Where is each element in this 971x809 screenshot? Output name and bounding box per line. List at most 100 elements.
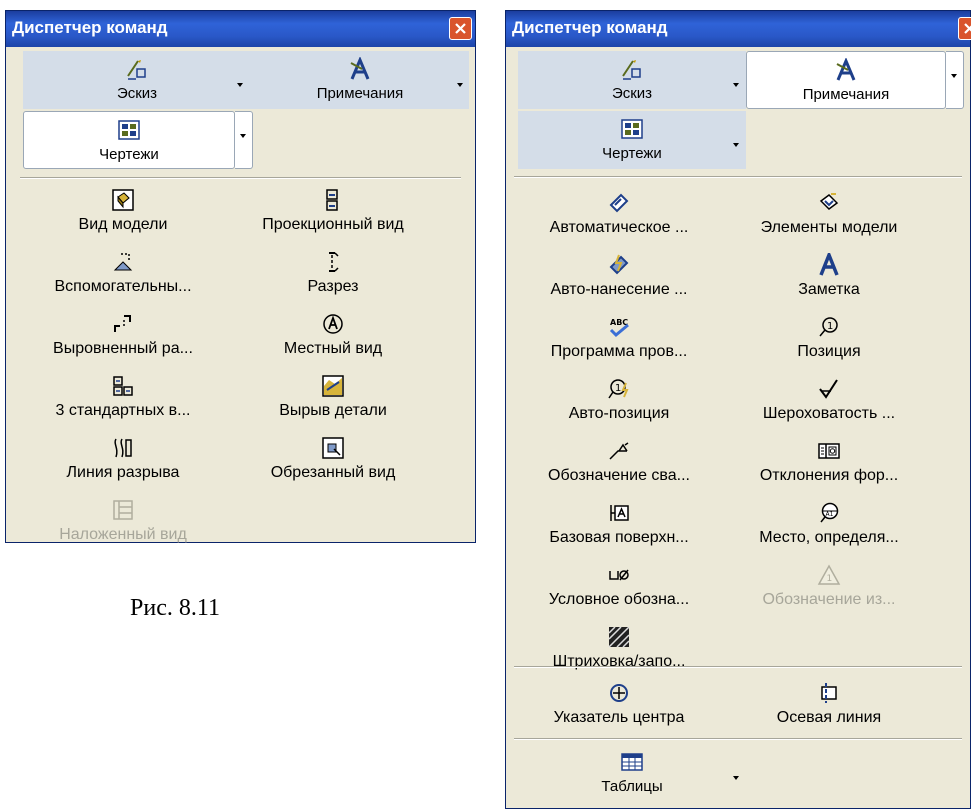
tab-sketch[interactable]: Эскиз bbox=[23, 51, 251, 109]
aligned-section-icon bbox=[114, 315, 131, 332]
command-manager-window-right: Диспетчер команд Эскиз Примечания Чертеж… bbox=[505, 10, 971, 809]
balloon-button[interactable]: 1 Позиция bbox=[724, 313, 934, 375]
datum-feature-button[interactable]: Базовая поверхн... bbox=[514, 499, 724, 561]
auto-balloon-icon: 1 bbox=[608, 379, 629, 399]
projected-view-button[interactable]: Проекционный вид bbox=[228, 186, 438, 248]
section-view-button[interactable]: Разрез bbox=[228, 248, 438, 310]
geometric-tolerance-button[interactable]: Отклонения фор... bbox=[724, 437, 934, 499]
svg-text:A1: A1 bbox=[826, 511, 834, 518]
annotation-icon bbox=[350, 57, 370, 80]
spell-check-icon: ABC bbox=[609, 318, 629, 338]
break-line-icon bbox=[114, 438, 132, 458]
tables-button[interactable]: Таблицы bbox=[518, 744, 746, 802]
command-label: Линия разрыва bbox=[66, 464, 180, 481]
geometric-tolerance-icon bbox=[818, 443, 840, 459]
table-icon bbox=[621, 753, 643, 771]
command-label: Шероховатость ... bbox=[762, 405, 896, 422]
weld-symbol-icon bbox=[609, 442, 629, 460]
tables-dropdown-button[interactable] bbox=[728, 754, 746, 802]
sketch-dropdown-button[interactable] bbox=[232, 61, 250, 109]
tab-label: Примечания bbox=[802, 86, 890, 103]
tab-annotation[interactable]: Примечания bbox=[746, 51, 946, 109]
command-label: Местный вид bbox=[283, 340, 383, 357]
command-label: 3 стандартных в... bbox=[55, 402, 191, 419]
chevron-down-icon bbox=[951, 74, 957, 78]
command-label: Обрезанный вид bbox=[270, 464, 396, 481]
title-bar[interactable]: Диспетчер команд bbox=[6, 11, 475, 47]
command-label: Отклонения фор... bbox=[759, 467, 899, 484]
auto-balloon-button[interactable]: 1 Авто-позиция bbox=[514, 375, 724, 437]
separator bbox=[514, 176, 962, 178]
command-label: Элементы модели bbox=[760, 219, 898, 236]
separator bbox=[514, 666, 962, 668]
hole-callout-button[interactable]: Условное обозна... bbox=[514, 561, 724, 623]
center-mark-button[interactable]: Указатель центра bbox=[514, 679, 724, 741]
close-button[interactable] bbox=[958, 17, 971, 40]
datum-feature-icon bbox=[610, 505, 629, 521]
window-title: Диспетчер команд bbox=[12, 18, 168, 37]
command-label: Условное обозна... bbox=[548, 591, 690, 608]
svg-text:1: 1 bbox=[827, 321, 833, 332]
standard-views-button[interactable]: 3 стандартных в... bbox=[18, 372, 228, 434]
note-button[interactable]: Заметка bbox=[724, 251, 934, 313]
command-label: Вид модели bbox=[78, 216, 168, 233]
revision-symbol-icon: 1 bbox=[817, 564, 841, 585]
broken-out-section-icon bbox=[322, 375, 344, 397]
command-label: Указатель центра bbox=[553, 709, 685, 726]
spell-check-button[interactable]: ABC Программа пров... bbox=[514, 313, 724, 375]
aligned-section-button[interactable]: Выровненный ра... bbox=[18, 310, 228, 372]
auto-dimension-button[interactable]: Авто-нанесение ... bbox=[514, 251, 724, 313]
figure-caption: Рис. 8.11 bbox=[130, 595, 220, 621]
close-icon bbox=[964, 23, 971, 34]
smart-dimension-button[interactable]: Автоматическое ... bbox=[514, 189, 724, 251]
tab-drawings[interactable]: Чертежи bbox=[23, 111, 235, 169]
detail-view-button[interactable]: Местный вид bbox=[228, 310, 438, 372]
center-mark-icon bbox=[610, 684, 628, 702]
tab-drawings[interactable]: Чертежи bbox=[518, 111, 746, 169]
chevron-down-icon bbox=[237, 83, 243, 87]
centerline-button[interactable]: Осевая линия bbox=[724, 679, 934, 741]
annotation-dropdown-button[interactable] bbox=[452, 61, 470, 109]
datum-target-button[interactable]: A1 Место, определя... bbox=[724, 499, 934, 561]
annotation-dropdown-button[interactable] bbox=[946, 51, 964, 109]
tab-annotation[interactable]: Примечания bbox=[251, 51, 469, 109]
window-title: Диспетчер команд bbox=[512, 18, 668, 37]
chevron-down-icon bbox=[240, 134, 246, 138]
drawings-icon bbox=[118, 120, 140, 140]
drawings-icon bbox=[621, 119, 643, 139]
drawings-dropdown-button[interactable] bbox=[728, 121, 746, 169]
command-label: Выровненный ра... bbox=[53, 340, 193, 357]
tab-label: Чертежи bbox=[602, 145, 662, 162]
drawings-dropdown-button[interactable] bbox=[235, 111, 253, 169]
command-label: Наложенный вид bbox=[59, 526, 187, 543]
weld-symbol-button[interactable]: Обозначение сва... bbox=[514, 437, 724, 499]
auto-dimension-icon bbox=[609, 254, 629, 275]
crop-view-button[interactable]: Обрезанный вид bbox=[228, 434, 438, 496]
surface-finish-button[interactable]: Шероховатость ... bbox=[724, 375, 934, 437]
chevron-down-icon bbox=[733, 83, 739, 87]
auxiliary-view-button[interactable]: Вспомогательны... bbox=[18, 248, 228, 310]
close-button[interactable] bbox=[449, 17, 472, 40]
command-label: Позиция bbox=[797, 343, 861, 360]
broken-out-section-button[interactable]: Вырыв детали bbox=[228, 372, 438, 434]
command-label: Базовая поверхн... bbox=[549, 529, 689, 546]
standard-views-icon bbox=[113, 376, 133, 396]
separator bbox=[514, 738, 962, 740]
projected-view-icon bbox=[326, 189, 338, 211]
chevron-down-icon bbox=[457, 83, 463, 87]
break-line-button[interactable]: Линия разрыва bbox=[18, 434, 228, 496]
model-view-button[interactable]: Вид модели bbox=[18, 186, 228, 248]
revision-symbol-button: 1 Обозначение из... bbox=[724, 561, 934, 623]
model-items-button[interactable]: Элементы модели bbox=[724, 189, 934, 251]
crop-view-icon bbox=[322, 437, 344, 459]
command-label: Разрез bbox=[307, 278, 359, 295]
section-view-icon bbox=[329, 252, 339, 272]
tables-label: Таблицы bbox=[601, 778, 663, 795]
sketch-icon bbox=[127, 60, 146, 80]
annotation-icon bbox=[836, 58, 856, 81]
area-hatch-button[interactable]: Штриховка/запо... bbox=[514, 623, 724, 685]
tab-label: Эскиз bbox=[611, 85, 653, 102]
title-bar[interactable]: Диспетчер команд bbox=[506, 11, 971, 47]
sketch-dropdown-button[interactable] bbox=[728, 61, 746, 109]
tab-sketch[interactable]: Эскиз bbox=[518, 51, 746, 109]
